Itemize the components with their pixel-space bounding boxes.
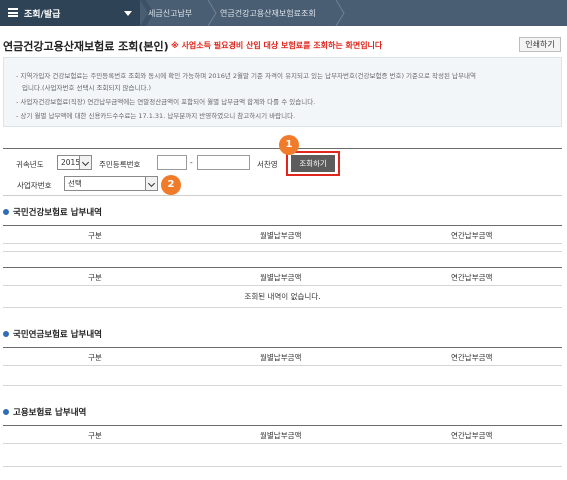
bullet-icon [3,331,9,337]
chevron-down-icon[interactable] [124,11,132,16]
column-header: 구분 [88,431,102,440]
year-label: 귀속년도 [16,160,44,169]
column-header: 월별납부금액 [260,353,302,362]
section-title-employment: 고용보험료 납부내역 [3,406,86,418]
table-body-line [3,466,562,467]
business-number-select-value: 선택 [68,179,82,188]
year-select-value: 2015 [61,158,81,167]
column-header: 구분 [88,231,102,240]
table-header-employment: 구분 월별납부금액 연간납부금액 [3,425,562,444]
top-nav-bar: 조회/발급 세금신고납부 연금건강고용산재보험료조회 [0,0,567,26]
breadcrumb-item[interactable]: 연금건강고용산재보험료조회 [220,8,316,19]
print-button[interactable]: 인쇄하기 [519,37,561,52]
breadcrumb-separator-icon [334,0,348,26]
section-title-health: 국민건강보험료 납부내역 [3,206,102,218]
table-header-health-2: 구분 월별납부금액 연간납부금액 [3,267,562,286]
rrn-back-input[interactable] [197,155,250,170]
bullet-icon [3,409,9,415]
column-header: 연간납부금액 [451,353,493,362]
chevron-down-icon[interactable] [145,177,157,190]
search-button-highlight [286,151,340,176]
column-header: 구분 [88,273,102,282]
column-header: 월별납부금액 [260,431,302,440]
section-title-text: 국민연금보험료 납부내역 [13,330,102,340]
year-select[interactable]: 2015 [57,155,92,170]
rrn-front-input[interactable] [157,155,187,170]
empty-result-row: 조회된 내역이 없습니다. [3,286,562,308]
menu-dropdown[interactable]: 조회/발급 [0,0,140,26]
notice-item: - 상기 월별 납부액에 대한 신용카드수수료는 17.1.31. 납부분까지 … [16,112,296,120]
column-header: 월별납부금액 [260,231,302,240]
page-title-note: ※ 사업소득 필요경비 산입 대상 보험료를 조회하는 화면입니다 [171,41,383,50]
column-header: 구분 [88,353,102,362]
hamburger-icon[interactable] [8,8,18,17]
notice-item: - 사업자건강보험료(직장) 연간납부금액에는 연말정산금액이 포함되어 월별 … [16,98,316,106]
bullet-icon [3,209,9,215]
table-body-line [3,385,562,386]
notice-item: - 지역가입자 건강보험료는 주민등록번호 조회와 동시에 확인 가능하며 20… [16,72,476,80]
column-header: 연간납부금액 [451,273,493,282]
business-number-label: 사업자번호 [17,181,52,190]
rrn-dash: - [190,158,193,167]
section-title-pension: 국민연금보험료 납부내역 [3,328,102,340]
menu-label[interactable]: 조회/발급 [24,7,60,20]
rrn-label: 주민등록번호 [99,160,141,169]
chevron-down-icon[interactable] [79,156,91,169]
column-header: 연간납부금액 [451,431,493,440]
name-value: 서찬영 [257,160,278,169]
notice-box: - 지역가입자 건강보험료는 주민등록번호 조회와 동시에 확인 가능하며 20… [3,57,562,127]
step-marker-2: 2 [161,175,181,195]
notice-item-continued: 입니다.(사업자번호 선택시 조회되지 않습니다.) [22,84,152,92]
section-title-text: 국민건강보험료 납부내역 [13,208,102,218]
column-header: 월별납부금액 [260,273,302,282]
table-header-pension: 구분 월별납부금액 연간납부금액 [3,347,562,366]
breadcrumb-separator-icon [206,0,220,26]
business-number-select[interactable]: 선택 [64,176,158,191]
section-title-text: 고용보험료 납부내역 [13,408,87,418]
table-body-line [3,251,562,252]
step-marker-1: 1 [279,135,299,155]
page-title: 연금건강고용산재보험료 조회(본인) [3,40,169,53]
breadcrumb-item[interactable]: 세금신고납부 [148,8,192,19]
column-header: 연간납부금액 [451,231,493,240]
table-header-health: 구분 월별납부금액 연간납부금액 [3,225,562,244]
